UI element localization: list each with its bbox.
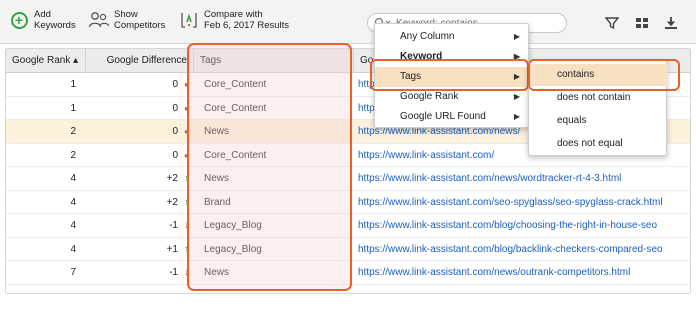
menu-item-label: Any Column xyxy=(400,31,455,42)
tag-cell: News xyxy=(204,267,230,278)
tag-cell: Core_Content xyxy=(204,102,267,114)
arrow-up-icon: ↑ xyxy=(184,243,189,255)
menu-item-any-column[interactable]: Any Column ▶ xyxy=(375,27,530,47)
condition-submenu: contains does not contain equals does not e… xyxy=(528,60,668,156)
arrow-up-icon: ↑ xyxy=(184,196,189,208)
rank-cell: 4 xyxy=(70,173,76,184)
table-row[interactable]: 4 +1 ↑ Legacy_Blog https://www.link-assistan… xyxy=(6,238,690,261)
url-link[interactable]: https://www.link-assistant.com/blog/choo… xyxy=(358,214,690,237)
filter-column-menu: Any Column ▶ Keyword ▶ Tags ▶ Google Rank ▶ Goog… xyxy=(374,23,530,128)
difference-cell: 0 xyxy=(172,126,178,137)
submenu-arrow-icon: ▶ xyxy=(513,92,520,101)
rank-cell: 7 xyxy=(70,267,76,278)
submenu-arrow-icon: ▶ xyxy=(513,72,520,81)
difference-cell: 0 xyxy=(172,102,178,114)
header-google-rank[interactable]: Google Rank ▴ xyxy=(6,49,86,73)
menu-item-label: Keyword xyxy=(400,51,443,62)
export-icon[interactable] xyxy=(662,14,680,32)
menu-item-label: Google URL Found xyxy=(400,111,486,122)
header-google-difference[interactable]: Google Difference xyxy=(86,49,194,73)
difference-cell: -1 xyxy=(169,220,178,231)
tag-cell: Legacy_Blog xyxy=(204,243,262,255)
add-label-2: Keywords xyxy=(34,20,76,31)
submenu-arrow-icon: ▶ xyxy=(513,52,520,61)
url-link[interactable]: https://www.link-assistant.com/seo-spygl… xyxy=(358,191,690,214)
arrow-down-icon: ↓ xyxy=(184,220,189,231)
menu-item-tags[interactable]: Tags ▶ xyxy=(375,67,530,87)
rank-cell: 4 xyxy=(70,220,76,231)
compare-label-2: Feb 6, 2017 Results xyxy=(204,20,290,31)
dot-icon: ● xyxy=(184,103,189,113)
tag-cell: News xyxy=(204,126,230,137)
tag-cell: Core_Content xyxy=(204,149,267,161)
rank-cell: 2 xyxy=(70,126,76,137)
menu-item-label: Tags xyxy=(400,71,422,82)
dot-icon: ● xyxy=(184,150,189,160)
submenu-arrow-icon: ▶ xyxy=(513,112,520,121)
difference-cell: 0 xyxy=(172,79,178,90)
filter-icon[interactable] xyxy=(603,14,621,32)
submenu-item-contains[interactable]: contains xyxy=(529,64,668,86)
show-competitors-button[interactable]: Show Competitors xyxy=(88,9,165,31)
rank-cell: 4 xyxy=(70,243,76,255)
tag-cell: Brand xyxy=(204,196,231,208)
difference-cell: 0 xyxy=(172,149,178,161)
add-keyword-icon: + xyxy=(8,9,30,31)
submenu-item-does-not-equal[interactable]: does not equal xyxy=(529,133,668,155)
competitors-icon xyxy=(88,9,110,31)
show-label-2: Competitors xyxy=(114,20,166,31)
difference-cell: +2 xyxy=(166,173,178,184)
url-link[interactable]: https://www.link-assistant.com/blog/back… xyxy=(358,238,690,261)
compare-results-button[interactable]: Compare with Feb 6, 2017 Results xyxy=(178,9,289,31)
url-link[interactable]: https://www.link-assistant.com/news/outr… xyxy=(358,261,690,284)
menu-item-keyword[interactable]: Keyword ▶ xyxy=(375,47,530,67)
menu-item-google-url-found[interactable]: Google URL Found ▶ xyxy=(375,107,530,127)
table-row[interactable]: 4 -1 ↓ Legacy_Blog https://www.link-assistan… xyxy=(6,214,690,238)
rank-cell: 4 xyxy=(70,196,76,208)
table-row[interactable]: 4 +2 ↑ News https://www.link-assistant.com/n… xyxy=(6,167,690,191)
tag-cell: Core_Content xyxy=(204,79,267,90)
dot-icon: ● xyxy=(184,127,189,136)
add-keywords-button[interactable]: + Add Keywords xyxy=(8,9,76,31)
difference-cell: +2 xyxy=(166,196,178,208)
menu-item-google-rank[interactable]: Google Rank ▶ xyxy=(375,87,530,107)
url-link[interactable]: https://www.link-assistant.com/news/word… xyxy=(358,167,690,190)
tag-cell: Legacy_Blog xyxy=(204,220,262,231)
columns-icon[interactable] xyxy=(633,14,651,32)
dot-icon: ● xyxy=(184,80,189,89)
add-label-1: Add xyxy=(34,9,51,20)
compare-icon xyxy=(178,9,200,31)
difference-cell: -1 xyxy=(169,267,178,278)
table-row[interactable]: 7 -1 ↓ News https://www.link-assistant.com/n… xyxy=(6,261,690,285)
submenu-item-equals[interactable]: equals xyxy=(529,110,668,132)
header-tags[interactable]: Tags xyxy=(194,49,354,73)
tag-cell: News xyxy=(204,173,230,184)
arrow-up-icon: ↑ xyxy=(184,173,189,184)
show-label-1: Show xyxy=(114,9,138,20)
arrow-down-icon: ↓ xyxy=(184,267,189,278)
difference-cell: +1 xyxy=(166,243,178,255)
submenu-item-does-not-contain[interactable]: does not contain xyxy=(529,87,668,109)
rank-cell: 1 xyxy=(70,79,76,90)
toolbar: + Add Keywords Show Competitors Compare … xyxy=(0,0,696,44)
table-row[interactable]: 4 +2 ↑ Brand https://www.link-assistant.com/… xyxy=(6,191,690,214)
menu-item-label: Google Rank xyxy=(400,91,459,102)
rank-cell: 1 xyxy=(70,102,76,114)
rank-cell: 2 xyxy=(70,149,76,161)
compare-label-1: Compare with xyxy=(204,9,263,20)
submenu-arrow-icon: ▶ xyxy=(513,32,520,41)
